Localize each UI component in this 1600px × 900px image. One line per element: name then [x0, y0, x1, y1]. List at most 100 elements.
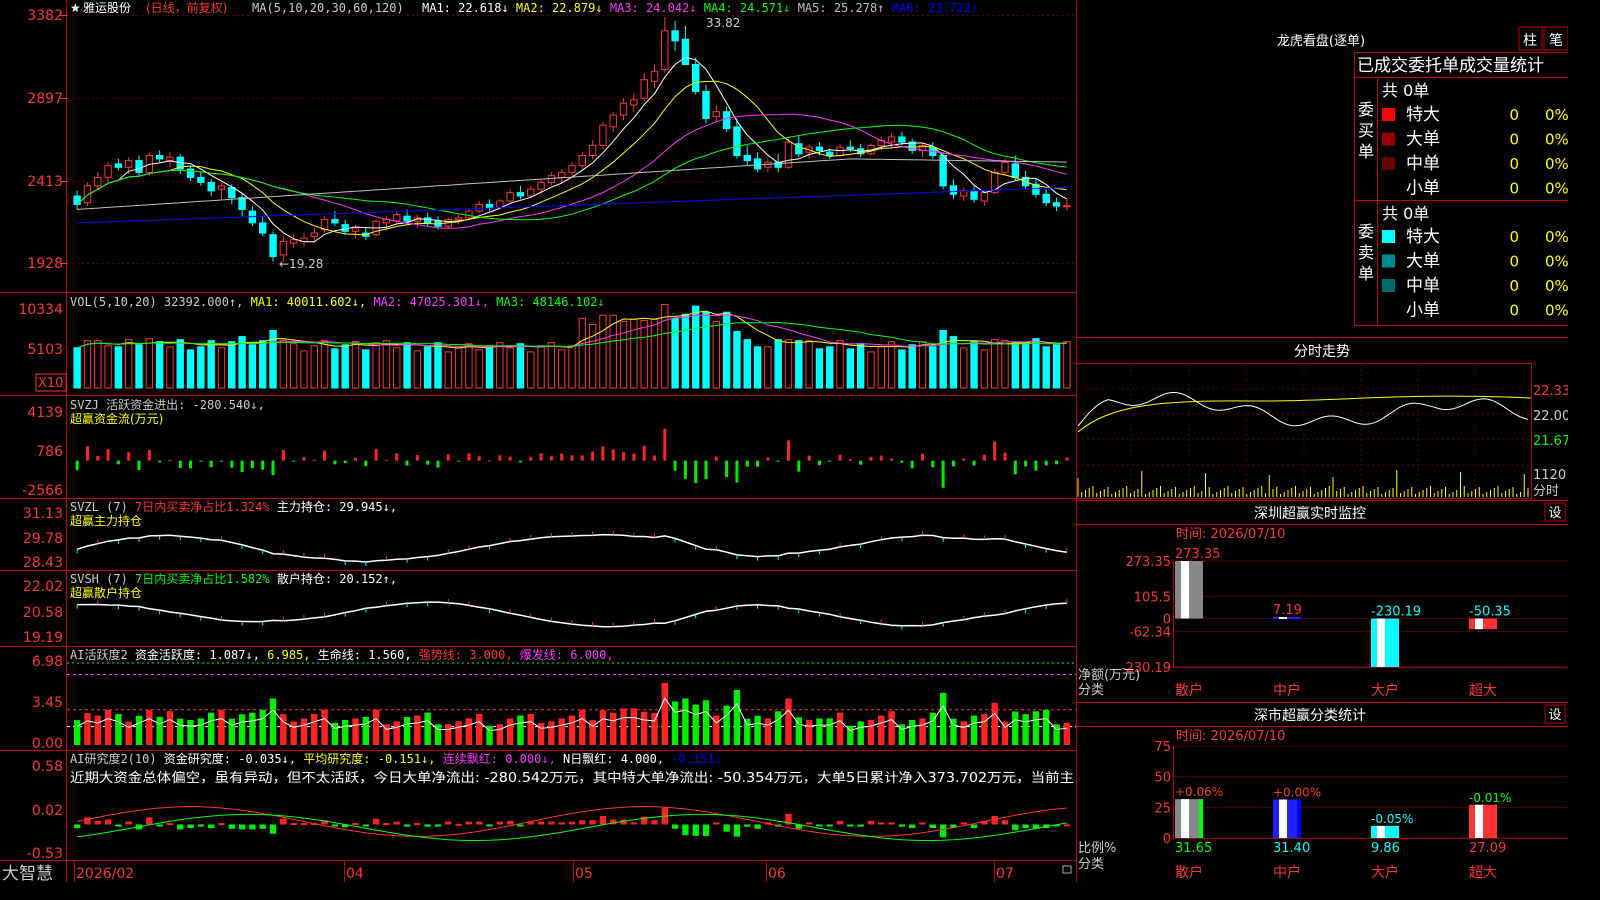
- active-bar: [630, 708, 638, 745]
- sz-classify-time: 时间: 2026/07/10: [1176, 729, 1285, 744]
- research-bar: [847, 824, 854, 827]
- research-bars: [73, 806, 1071, 841]
- volume-bar: [805, 340, 813, 389]
- svzj-tick-label: 786: [36, 444, 63, 460]
- high-price-label: 33.82: [706, 16, 740, 30]
- sell-total: 共 0单: [1382, 204, 1429, 223]
- candle-body: [496, 200, 504, 209]
- fund-flow-bars: [75, 428, 1069, 488]
- fund-flow-bar: [467, 453, 471, 461]
- active-bar: [836, 712, 844, 745]
- candle-body: [393, 213, 401, 222]
- volume-bar: [248, 344, 257, 389]
- active-bar: [579, 709, 586, 745]
- star-icon: ★: [70, 1, 81, 15]
- svzl-tick-label: 28.43: [23, 555, 63, 571]
- research-bar: [496, 821, 504, 825]
- candle-body: [351, 227, 360, 232]
- candle-body: [980, 192, 989, 202]
- lock-icon[interactable]: [1062, 865, 1072, 874]
- candle-body: [527, 188, 535, 197]
- volume-bar: [320, 340, 329, 389]
- volume-bar: [960, 347, 968, 389]
- volume-bar: [310, 345, 318, 389]
- active-bar: [774, 711, 782, 745]
- active-bar: [785, 698, 792, 745]
- research-bar: [929, 824, 937, 829]
- volume-bar: [557, 349, 566, 389]
- volume-bar: [1063, 341, 1071, 389]
- intraday-price-label: 22.33: [1533, 384, 1568, 399]
- header-value: 爆发线: 6.000,: [513, 647, 614, 662]
- volume-bar: [465, 343, 473, 389]
- candle-body: [228, 187, 236, 199]
- fund-flow-bar: [714, 456, 718, 461]
- category-bar-highlight: [1181, 799, 1189, 838]
- fund-flow-bar: [1003, 452, 1007, 461]
- candle-body: [609, 114, 617, 128]
- active-bar: [403, 717, 411, 745]
- dragon-tiger-subtitle: 已成交委托单成交量统计: [1357, 56, 1544, 76]
- volume-bar: [341, 344, 349, 389]
- category-bar-highlight: [1279, 799, 1287, 838]
- active-bar: [1032, 711, 1040, 745]
- candle-body: [289, 239, 298, 244]
- candlesticks: [73, 17, 1071, 262]
- fund-flow-bar: [673, 460, 677, 471]
- active-bar: [558, 718, 565, 745]
- volume-bar: [423, 346, 432, 389]
- fund-flow-bar: [1044, 460, 1048, 466]
- active-bar: [857, 721, 864, 745]
- fund-flow-bar: [910, 460, 914, 469]
- active-bar: [218, 709, 225, 745]
- volume-bar: [527, 351, 535, 389]
- vol-unit-label: X10: [38, 376, 63, 391]
- volume-bar: [516, 343, 525, 389]
- research-line: [77, 813, 1067, 841]
- vertical-char: 卖: [1358, 243, 1374, 262]
- fund-flow-bar: [756, 460, 760, 467]
- moving-average-lines: [76, 56, 1068, 243]
- volume-bar: [970, 341, 978, 389]
- sz-classify-settings-label: 设: [1548, 708, 1561, 723]
- stock-name[interactable]: 雅运股份: [83, 0, 131, 15]
- volume-bar: [764, 346, 772, 389]
- volume-bar: [609, 314, 617, 389]
- intraday-grid: [1077, 364, 1531, 498]
- volume-ma-lines: [77, 310, 1067, 349]
- volume-bar: [1032, 338, 1040, 389]
- buy-orders-label: 委买单: [1358, 100, 1374, 161]
- bar-change-label: -0.05%: [1371, 812, 1413, 826]
- volume-bar: [939, 329, 947, 389]
- active-bar: [950, 718, 957, 745]
- volume-bar: [289, 343, 298, 389]
- candle-body: [94, 176, 102, 187]
- research-bar: [434, 824, 442, 827]
- candle-body: [485, 203, 494, 209]
- candle-body: [887, 136, 896, 143]
- order-count: 0: [1509, 131, 1519, 149]
- order-count: 0: [1509, 253, 1519, 271]
- active-bar: [187, 719, 194, 745]
- volume-bar: [300, 350, 308, 389]
- fund-flow-bar: [869, 456, 873, 461]
- volume-bar: [929, 346, 937, 389]
- research-summary: 近期大资金总体偏空，虽有异动，但不太活跃，今日大单净流出: -280.542万元…: [70, 770, 1074, 786]
- fund-flow-bar: [611, 449, 615, 461]
- research-bar: [486, 824, 493, 827]
- active-bar: [671, 701, 679, 745]
- research-bar: [249, 824, 256, 830]
- fund-flow-bar: [178, 460, 182, 469]
- bar-change-label: +0.00%: [1273, 785, 1321, 799]
- axis-tick-label: 75: [1154, 740, 1171, 755]
- active-bar: [816, 718, 823, 745]
- fund-flow-bar: [189, 460, 193, 469]
- vertical-char: 委: [1358, 222, 1374, 241]
- candle-body: [403, 215, 411, 222]
- active-bar: [702, 700, 710, 745]
- volume-bar: [73, 347, 81, 389]
- fund-flow-bar: [766, 457, 770, 461]
- volume-bar: [599, 314, 607, 389]
- volume-bar: [454, 347, 463, 389]
- volume-bar: [1021, 342, 1030, 389]
